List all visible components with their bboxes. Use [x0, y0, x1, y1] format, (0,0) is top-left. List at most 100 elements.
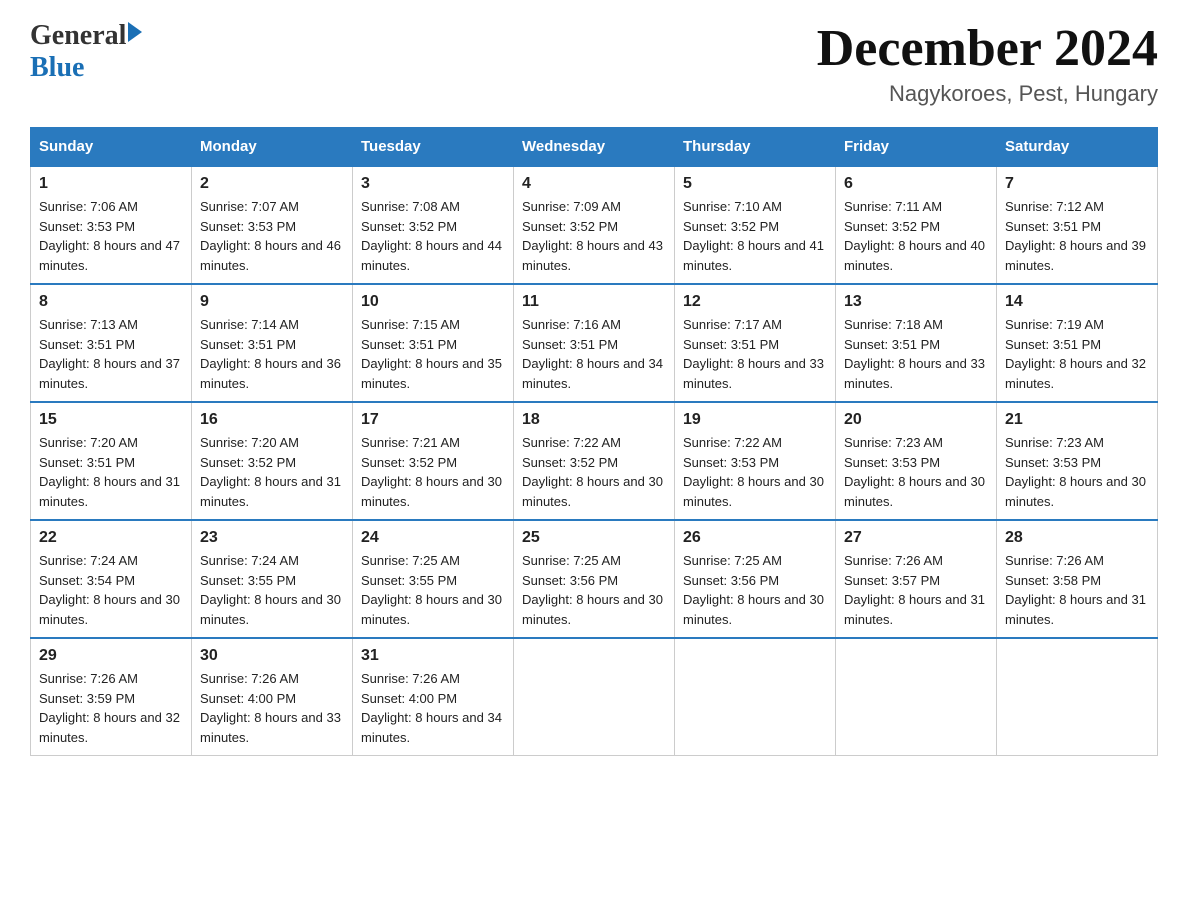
- day-number: 26: [683, 529, 827, 547]
- column-header-monday: Monday: [192, 128, 353, 167]
- day-number: 9: [200, 293, 344, 311]
- day-info: Sunrise: 7:08 AMSunset: 3:52 PMDaylight:…: [361, 197, 505, 275]
- calendar-cell: [997, 638, 1158, 756]
- calendar-cell: [514, 638, 675, 756]
- calendar-cell: [836, 638, 997, 756]
- calendar-week-row: 22 Sunrise: 7:24 AMSunset: 3:54 PMDayligh…: [31, 520, 1158, 638]
- calendar-week-row: 15Sunrise: 7:20 AMSunset: 3:51 PMDayligh…: [31, 402, 1158, 520]
- calendar-cell: 24Sunrise: 7:25 AMSunset: 3:55 PMDayligh…: [353, 520, 514, 638]
- calendar-cell: 4Sunrise: 7:09 AMSunset: 3:52 PMDaylight…: [514, 166, 675, 284]
- day-number: 14: [1005, 293, 1149, 311]
- day-number: 24: [361, 529, 505, 547]
- calendar-cell: 15Sunrise: 7:20 AMSunset: 3:51 PMDayligh…: [31, 402, 192, 520]
- calendar-cell: 31 Sunrise: 7:26 AMSunset: 4:00 PMDayligh…: [353, 638, 514, 756]
- day-info: Sunrise: 7:26 AMSunset: 3:58 PMDaylight:…: [1005, 551, 1149, 629]
- page-title: December 2024: [817, 20, 1158, 77]
- calendar-cell: 23Sunrise: 7:24 AMSunset: 3:55 PMDayligh…: [192, 520, 353, 638]
- day-info: Sunrise: 7:25 AMSunset: 3:56 PMDaylight:…: [683, 551, 827, 629]
- calendar-cell: 16 Sunrise: 7:20 AMSunset: 3:52 PMDayligh…: [192, 402, 353, 520]
- day-info: Sunrise: 7:19 AMSunset: 3:51 PMDaylight:…: [1005, 315, 1149, 393]
- calendar-cell: 22 Sunrise: 7:24 AMSunset: 3:54 PMDayligh…: [31, 520, 192, 638]
- day-number: 16: [200, 411, 344, 429]
- day-info: Sunrise: 7:14 AMSunset: 3:51 PMDaylight:…: [200, 315, 344, 393]
- day-number: 4: [522, 175, 666, 193]
- calendar-week-row: 8 Sunrise: 7:13 AMSunset: 3:51 PMDaylight…: [31, 284, 1158, 402]
- logo-general: General: [30, 20, 126, 52]
- day-info: Sunrise: 7:26 AMSunset: 4:00 PMDaylight:…: [200, 669, 344, 747]
- day-number: 17: [361, 411, 505, 429]
- calendar-cell: 27Sunrise: 7:26 AMSunset: 3:57 PMDayligh…: [836, 520, 997, 638]
- calendar-week-row: 1 Sunrise: 7:06 AMSunset: 3:53 PMDaylight…: [31, 166, 1158, 284]
- day-number: 7: [1005, 175, 1149, 193]
- calendar-cell: 3Sunrise: 7:08 AMSunset: 3:52 PMDaylight…: [353, 166, 514, 284]
- page-header: General Blue December 2024 Nagykoroes, P…: [30, 20, 1158, 107]
- day-number: 20: [844, 411, 988, 429]
- calendar-cell: 29 Sunrise: 7:26 AMSunset: 3:59 PMDayligh…: [31, 638, 192, 756]
- day-info: Sunrise: 7:07 AMSunset: 3:53 PMDaylight:…: [200, 197, 344, 275]
- day-number: 6: [844, 175, 988, 193]
- calendar-header-row: SundayMondayTuesdayWednesdayThursdayFrid…: [31, 128, 1158, 167]
- calendar-cell: 26 Sunrise: 7:25 AMSunset: 3:56 PMDayligh…: [675, 520, 836, 638]
- day-info: Sunrise: 7:11 AMSunset: 3:52 PMDaylight:…: [844, 197, 988, 275]
- day-info: Sunrise: 7:24 AMSunset: 3:55 PMDaylight:…: [200, 551, 344, 629]
- column-header-saturday: Saturday: [997, 128, 1158, 167]
- day-number: 1: [39, 175, 183, 193]
- calendar-week-row: 29 Sunrise: 7:26 AMSunset: 3:59 PMDayligh…: [31, 638, 1158, 756]
- calendar-cell: 12 Sunrise: 7:17 AMSunset: 3:51 PMDayligh…: [675, 284, 836, 402]
- day-info: Sunrise: 7:06 AMSunset: 3:53 PMDaylight:…: [39, 197, 183, 275]
- calendar-cell: 17 Sunrise: 7:21 AMSunset: 3:52 PMDayligh…: [353, 402, 514, 520]
- day-number: 13: [844, 293, 988, 311]
- day-number: 19: [683, 411, 827, 429]
- calendar-cell: 11Sunrise: 7:16 AMSunset: 3:51 PMDayligh…: [514, 284, 675, 402]
- day-number: 2: [200, 175, 344, 193]
- calendar-cell: 2 Sunrise: 7:07 AMSunset: 3:53 PMDaylight…: [192, 166, 353, 284]
- day-number: 5: [683, 175, 827, 193]
- day-number: 25: [522, 529, 666, 547]
- calendar-cell: 13 Sunrise: 7:18 AMSunset: 3:51 PMDayligh…: [836, 284, 997, 402]
- day-info: Sunrise: 7:26 AMSunset: 4:00 PMDaylight:…: [361, 669, 505, 747]
- day-number: 22: [39, 529, 183, 547]
- calendar-cell: 21 Sunrise: 7:23 AMSunset: 3:53 PMDayligh…: [997, 402, 1158, 520]
- day-number: 21: [1005, 411, 1149, 429]
- calendar-cell: 25 Sunrise: 7:25 AMSunset: 3:56 PMDayligh…: [514, 520, 675, 638]
- day-info: Sunrise: 7:24 AMSunset: 3:54 PMDaylight:…: [39, 551, 183, 629]
- page-subtitle: Nagykoroes, Pest, Hungary: [817, 81, 1158, 107]
- day-info: Sunrise: 7:20 AMSunset: 3:52 PMDaylight:…: [200, 433, 344, 511]
- column-header-friday: Friday: [836, 128, 997, 167]
- day-number: 15: [39, 411, 183, 429]
- calendar-cell: 20Sunrise: 7:23 AMSunset: 3:53 PMDayligh…: [836, 402, 997, 520]
- day-number: 8: [39, 293, 183, 311]
- column-header-wednesday: Wednesday: [514, 128, 675, 167]
- calendar-cell: 28Sunrise: 7:26 AMSunset: 3:58 PMDayligh…: [997, 520, 1158, 638]
- column-header-sunday: Sunday: [31, 128, 192, 167]
- calendar-cell: 7 Sunrise: 7:12 AMSunset: 3:51 PMDaylight…: [997, 166, 1158, 284]
- calendar-cell: 30 Sunrise: 7:26 AMSunset: 4:00 PMDayligh…: [192, 638, 353, 756]
- column-header-tuesday: Tuesday: [353, 128, 514, 167]
- day-info: Sunrise: 7:21 AMSunset: 3:52 PMDaylight:…: [361, 433, 505, 511]
- day-info: Sunrise: 7:23 AMSunset: 3:53 PMDaylight:…: [1005, 433, 1149, 511]
- calendar-cell: 5 Sunrise: 7:10 AMSunset: 3:52 PMDaylight…: [675, 166, 836, 284]
- day-number: 12: [683, 293, 827, 311]
- day-number: 30: [200, 647, 344, 665]
- calendar-table: SundayMondayTuesdayWednesdayThursdayFrid…: [30, 127, 1158, 756]
- day-info: Sunrise: 7:25 AMSunset: 3:56 PMDaylight:…: [522, 551, 666, 629]
- column-header-thursday: Thursday: [675, 128, 836, 167]
- day-number: 31: [361, 647, 505, 665]
- day-number: 27: [844, 529, 988, 547]
- day-info: Sunrise: 7:18 AMSunset: 3:51 PMDaylight:…: [844, 315, 988, 393]
- day-info: Sunrise: 7:22 AMSunset: 3:52 PMDaylight:…: [522, 433, 666, 511]
- day-info: Sunrise: 7:15 AMSunset: 3:51 PMDaylight:…: [361, 315, 505, 393]
- calendar-cell: 14 Sunrise: 7:19 AMSunset: 3:51 PMDayligh…: [997, 284, 1158, 402]
- day-number: 29: [39, 647, 183, 665]
- day-info: Sunrise: 7:10 AMSunset: 3:52 PMDaylight:…: [683, 197, 827, 275]
- day-info: Sunrise: 7:16 AMSunset: 3:51 PMDaylight:…: [522, 315, 666, 393]
- day-number: 10: [361, 293, 505, 311]
- day-info: Sunrise: 7:26 AMSunset: 3:59 PMDaylight:…: [39, 669, 183, 747]
- day-info: Sunrise: 7:13 AMSunset: 3:51 PMDaylight:…: [39, 315, 183, 393]
- calendar-cell: 10 Sunrise: 7:15 AMSunset: 3:51 PMDayligh…: [353, 284, 514, 402]
- day-info: Sunrise: 7:17 AMSunset: 3:51 PMDaylight:…: [683, 315, 827, 393]
- day-info: Sunrise: 7:12 AMSunset: 3:51 PMDaylight:…: [1005, 197, 1149, 275]
- calendar-cell: 8 Sunrise: 7:13 AMSunset: 3:51 PMDaylight…: [31, 284, 192, 402]
- calendar-cell: 9 Sunrise: 7:14 AMSunset: 3:51 PMDaylight…: [192, 284, 353, 402]
- logo-triangle-icon: [128, 22, 142, 42]
